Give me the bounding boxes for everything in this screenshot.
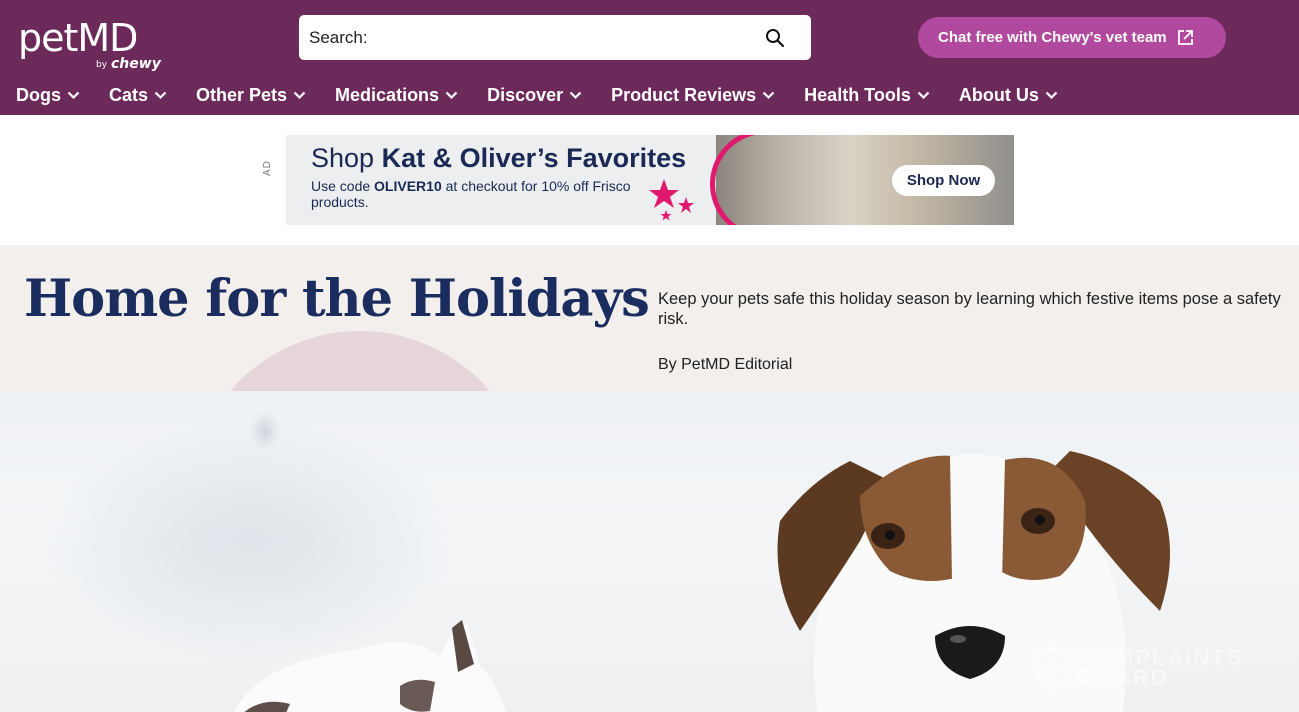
hero-description: Keep your pets safe this holiday season … <box>658 290 1281 328</box>
ad-label: AD <box>262 160 273 176</box>
nav-item-dogs[interactable]: Dogs <box>16 85 80 106</box>
shield-icon <box>1036 646 1072 690</box>
nav-item-medications[interactable]: Medications <box>335 85 458 106</box>
ad-title: Shop Kat & Oliver’s Favorites <box>311 143 686 174</box>
nav-item-product-reviews[interactable]: Product Reviews <box>611 85 775 106</box>
main-nav: Dogs Cats Other Pets Medications Discove… <box>16 82 1087 108</box>
watermark-text: COMPLAINTS BOARD <box>1078 647 1243 690</box>
nav-item-label: About Us <box>958 84 1039 105</box>
hero-section: Home for the Holidays Keep your pets saf… <box>0 245 1299 712</box>
chat-vet-label: Chat free with Chewy's vet team <box>938 29 1167 46</box>
search-bar: Search: <box>299 15 811 60</box>
nav-item-health-tools[interactable]: Health Tools <box>804 85 930 106</box>
chevron-down-icon <box>569 91 582 100</box>
nav-item-about-us[interactable]: About Us <box>959 85 1058 106</box>
cat-illustration <box>234 620 506 712</box>
shop-now-button[interactable]: Shop Now <box>892 165 995 196</box>
nav-item-discover[interactable]: Discover <box>487 85 582 106</box>
chat-vet-button[interactable]: Chat free with Chewy's vet team <box>918 17 1226 58</box>
hero-image-blur <box>250 411 280 451</box>
ad-promo-code: OLIVER10 <box>374 178 442 194</box>
nav-item-other-pets[interactable]: Other Pets <box>196 85 306 106</box>
ad-banner[interactable]: Shop Kat & Oliver’s Favorites Use code O… <box>286 135 1014 225</box>
nav-item-label: Cats <box>109 84 149 105</box>
site-header: petMD by chewy Search: Chat free with Ch… <box>0 0 1299 115</box>
ad-subtitle: Use code OLIVER10 at checkout for 10% of… <box>311 178 641 210</box>
nav-item-label: Product Reviews <box>611 84 757 105</box>
search-label: Search: <box>309 27 368 47</box>
chevron-down-icon <box>67 91 80 100</box>
stars-icon <box>649 179 694 221</box>
ad-title-bold: Kat & Oliver’s Favorites <box>381 143 687 173</box>
nav-item-label: Discover <box>487 84 564 105</box>
logo-wordmark: petMD <box>18 16 138 60</box>
nav-item-cats[interactable]: Cats <box>109 85 167 106</box>
nav-item-label: Dogs <box>16 84 61 105</box>
search-input[interactable] <box>371 22 753 53</box>
nav-item-label: Medications <box>335 84 440 105</box>
chevron-down-icon <box>445 91 458 100</box>
ad-title-prefix: Shop <box>311 143 375 173</box>
chevron-down-icon <box>917 91 930 100</box>
hero-author: By PetMD Editorial <box>658 356 793 373</box>
external-link-icon <box>1177 29 1194 46</box>
chevron-down-icon <box>1045 91 1058 100</box>
chevron-down-icon <box>293 91 306 100</box>
search-icon <box>766 28 785 47</box>
search-button[interactable] <box>753 18 797 58</box>
nav-item-label: Other Pets <box>196 84 288 105</box>
watermark-line2: BOARD <box>1078 665 1169 690</box>
nav-item-label: Health Tools <box>804 84 911 105</box>
logo-by-text: by <box>96 60 108 70</box>
petmd-logo[interactable]: petMD by chewy <box>18 16 168 76</box>
chevron-down-icon <box>762 91 775 100</box>
chevron-down-icon <box>154 91 167 100</box>
logo-chewy-text: chewy <box>111 56 161 72</box>
ad-subtitle-prefix: Use code <box>311 178 371 194</box>
complaints-board-watermark: COMPLAINTS BOARD <box>1036 646 1243 690</box>
page-title: Home for the Holidays <box>24 269 650 329</box>
